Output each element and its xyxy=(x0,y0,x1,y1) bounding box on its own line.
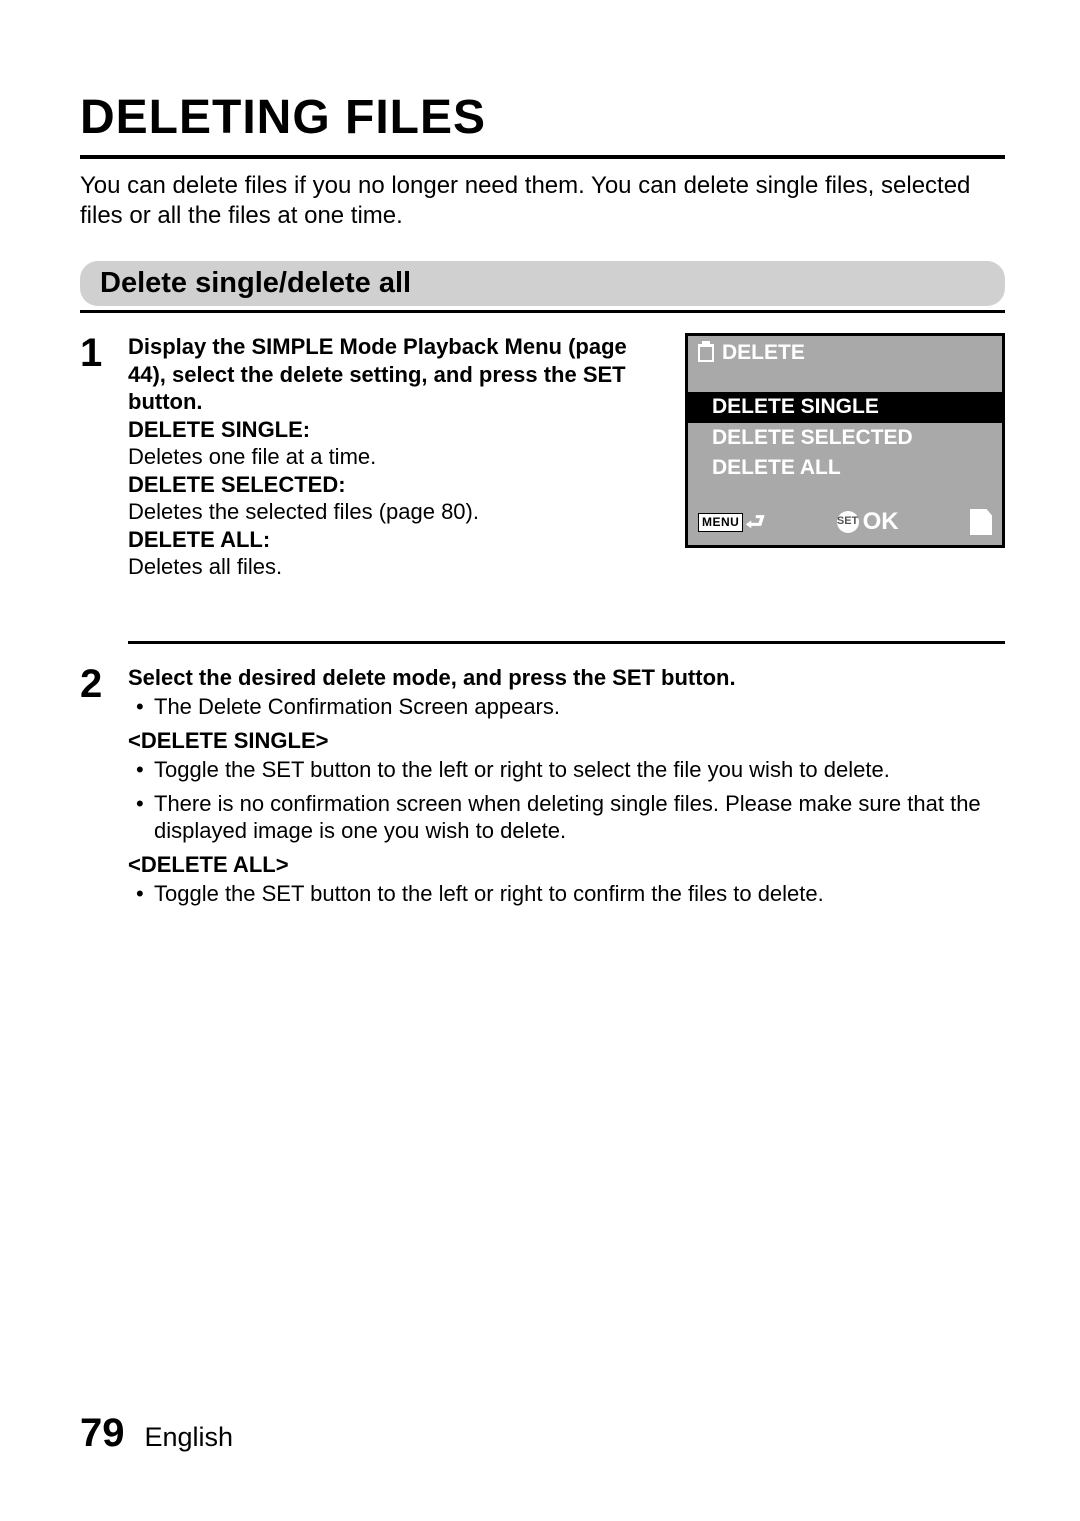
step-number: 1 xyxy=(80,333,118,373)
step2-bullet: Toggle the SET button to the left or rig… xyxy=(134,756,1005,784)
camera-screen: DELETE DELETE SINGLE DELETE SELECTED DEL… xyxy=(685,333,1005,548)
step1-opt1-desc: Deletes one file at a time. xyxy=(128,443,657,471)
section-heading: Delete single/delete all xyxy=(80,261,1005,306)
page-footer: 79 English xyxy=(80,1411,233,1456)
step2-bullet: There is no confirmation screen when del… xyxy=(134,790,1005,845)
step1-opt3-desc: Deletes all files. xyxy=(128,553,657,581)
page-title: DELETING FILES xyxy=(80,90,1005,145)
step2-sub2-label: <DELETE ALL> xyxy=(128,851,1005,879)
intro-text: You can delete files if you no longer ne… xyxy=(80,171,1005,231)
sd-card-icon xyxy=(970,509,992,535)
divider xyxy=(80,155,1005,159)
step1-opt3-label: DELETE ALL: xyxy=(128,526,657,554)
step1-lead: Display the SIMPLE Mode Playback Menu (p… xyxy=(128,333,657,416)
step-2: 2 Select the desired delete mode, and pr… xyxy=(80,664,1005,914)
screen-item-delete-all[interactable]: DELETE ALL xyxy=(688,453,1002,483)
screen-item-delete-selected[interactable]: DELETE SELECTED xyxy=(688,423,1002,453)
divider xyxy=(80,310,1005,313)
ok-button[interactable]: SET OK xyxy=(837,507,899,537)
ok-label: OK xyxy=(863,507,899,537)
back-arrow-icon: ⮐ xyxy=(745,508,765,536)
step2-sub1-label: <DELETE SINGLE> xyxy=(128,727,1005,755)
step-1: 1 Display the SIMPLE Mode Playback Menu … xyxy=(80,333,1005,581)
page-number: 79 xyxy=(80,1411,125,1456)
screen-item-delete-single[interactable]: DELETE SINGLE xyxy=(688,392,1002,422)
step-number: 2 xyxy=(80,664,118,704)
menu-label: MENU xyxy=(698,513,743,532)
divider xyxy=(128,641,1005,644)
step2-lead: Select the desired delete mode, and pres… xyxy=(128,664,1005,692)
step1-opt2-label: DELETE SELECTED: xyxy=(128,471,657,499)
step2-bullet: Toggle the SET button to the left or rig… xyxy=(134,880,1005,908)
step1-opt1-label: DELETE SINGLE: xyxy=(128,416,657,444)
screen-header: DELETE xyxy=(722,340,805,366)
page-language: English xyxy=(145,1422,234,1453)
trash-icon xyxy=(698,344,714,362)
step2-bullet: The Delete Confirmation Screen appears. xyxy=(134,693,1005,721)
step1-opt2-desc: Deletes the selected files (page 80). xyxy=(128,498,657,526)
set-icon: SET xyxy=(837,511,859,533)
menu-back-button[interactable]: MENU ⮐ xyxy=(698,508,765,536)
